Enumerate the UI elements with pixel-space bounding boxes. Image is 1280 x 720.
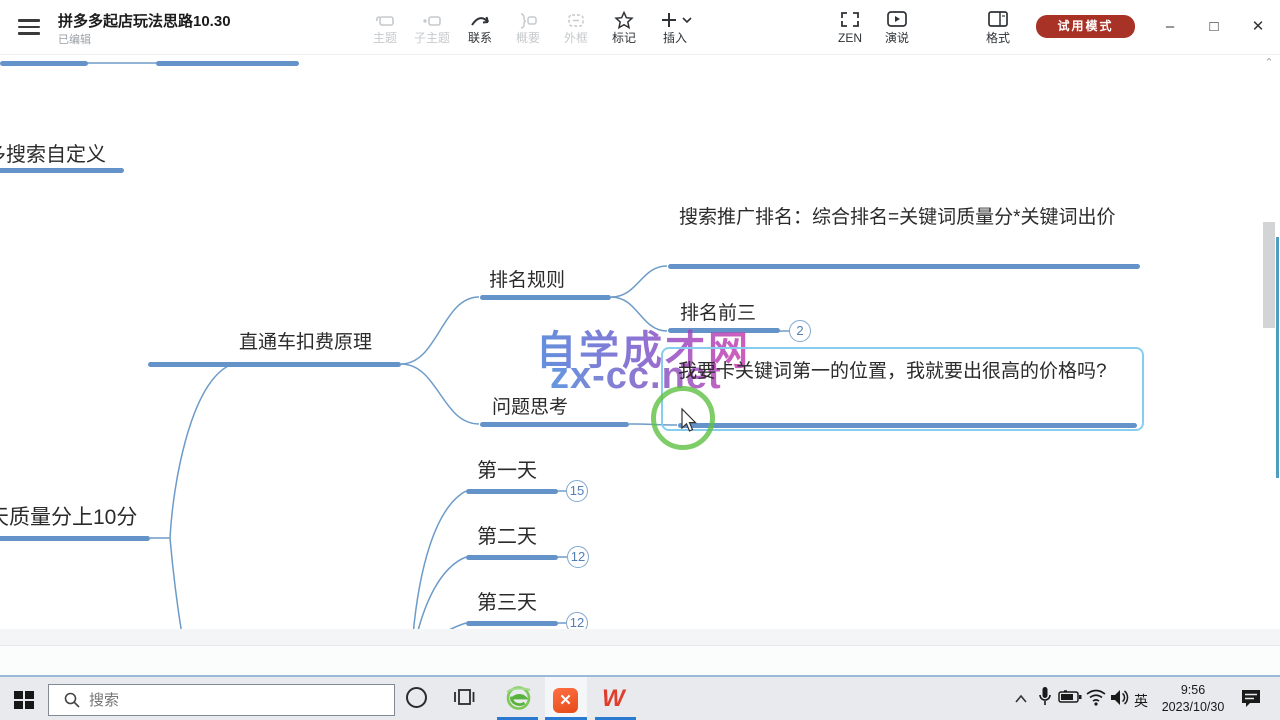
minimize-button[interactable]: – [1155, 16, 1185, 40]
node-selected-question-line [678, 423, 1137, 428]
summary-button[interactable]: 概要 [505, 8, 551, 50]
node-day1[interactable]: 第一天 [477, 454, 537, 483]
node-quality-score-line [0, 536, 150, 541]
node-search-promo-line [668, 264, 1140, 269]
format-panel-icon [975, 8, 1021, 30]
subtopic-icon [409, 8, 455, 30]
close-button[interactable]: ✕ [1243, 16, 1273, 40]
start-button[interactable] [14, 691, 34, 709]
node-day1-line [466, 489, 558, 494]
search-icon [64, 692, 80, 708]
windows-taskbar: ✕ W 英 9:56 2023/10/30 [0, 675, 1280, 720]
node-ranking-rules-line [480, 295, 611, 300]
internet-explorer-icon[interactable] [505, 685, 532, 716]
collapse-badge-top-three[interactable]: 2 [789, 320, 811, 342]
topic-button[interactable]: 主题 [362, 8, 408, 50]
star-icon [601, 8, 647, 30]
edit-status: 已编辑 [58, 31, 91, 47]
clipped-edge-branch [1276, 237, 1279, 478]
node-search-custom-line [0, 168, 124, 173]
cortana-icon[interactable] [406, 687, 427, 708]
zen-icon [827, 8, 873, 30]
maximize-button[interactable]: □ [1199, 16, 1229, 40]
marker-button[interactable]: 标记 [601, 8, 647, 50]
node-selected-question[interactable]: 我要卡关键词第一的位置，我就要出很高的价格吗? [678, 358, 1134, 386]
boundary-button[interactable]: 外框 [553, 8, 599, 50]
topic-icon [362, 8, 408, 30]
taskbar-search-box[interactable] [48, 684, 395, 716]
clock-date: 2023/10/30 [1158, 699, 1228, 716]
microphone-icon[interactable] [1038, 686, 1052, 713]
node-day2-line [466, 555, 558, 560]
wps-icon[interactable]: W [602, 685, 625, 713]
node-search-custom[interactable]: 多搜索自定义 [0, 138, 106, 167]
scroll-up-arrow-icon[interactable]: ⌃ [1263, 56, 1275, 69]
title-bar: 拼多多起店玩法思路10.30 已编辑 主题 子主题 联系 概要 外框 标记 插 [0, 0, 1280, 55]
battery-icon[interactable] [1058, 690, 1082, 709]
clock-time: 9:56 [1158, 682, 1228, 699]
taskbar-clock[interactable]: 9:56 2023/10/30 [1158, 682, 1228, 716]
wifi-icon[interactable] [1086, 688, 1106, 711]
collapse-badge-day2[interactable]: 12 [567, 546, 589, 568]
document-title: 拼多多起店玩法思路10.30 [58, 10, 231, 31]
speaker-icon[interactable] [1110, 689, 1130, 711]
status-strip [0, 645, 1280, 675]
format-button[interactable]: 格式 [975, 8, 1021, 50]
zen-button[interactable]: ZEN [827, 8, 873, 50]
horizontal-scrollbar[interactable]: ‹ [0, 629, 1280, 645]
summary-icon [505, 8, 551, 30]
input-language-indicator[interactable]: 英 [1134, 691, 1148, 711]
mindmap-canvas[interactable]: 多搜索自定义 直通车扣费原理 排名规则 搜索推广排名：综合排名=关键词质量分*关… [0, 55, 1280, 645]
node-day3-line [466, 621, 558, 626]
boundary-icon [553, 8, 599, 30]
vertical-scrollbar-thumb[interactable] [1263, 222, 1275, 328]
app-window: 拼多多起店玩法思路10.30 已编辑 主题 子主题 联系 概要 外框 标记 插 [0, 0, 1280, 720]
collapse-badge-day1[interactable]: 15 [566, 480, 588, 502]
insert-button[interactable]: 插入 [652, 8, 698, 50]
menu-icon[interactable] [18, 19, 40, 36]
node-question-thinking-line [480, 422, 629, 427]
node-day3[interactable]: 第三天 [477, 586, 537, 615]
present-button[interactable]: 演说 [874, 8, 920, 50]
windows-logo-icon [14, 691, 23, 699]
plus-icon [652, 8, 698, 30]
play-icon [874, 8, 920, 30]
trial-mode-button[interactable]: 试用模式 [1036, 15, 1135, 38]
clipped-topic-line [0, 61, 88, 66]
node-day2[interactable]: 第二天 [477, 520, 537, 549]
task-view-icon[interactable] [453, 687, 475, 712]
node-ranking-rules[interactable]: 排名规则 [489, 265, 565, 292]
search-input[interactable] [89, 685, 369, 715]
xmind-icon[interactable]: ✕ [553, 688, 578, 713]
clipped-topic-line [156, 61, 299, 66]
relation-icon [457, 8, 503, 30]
mouse-cursor-icon [681, 409, 699, 435]
relation-button[interactable]: 联系 [457, 8, 503, 50]
action-center-icon[interactable] [1240, 688, 1262, 713]
tray-expand-icon[interactable] [1014, 691, 1028, 709]
node-deduction-principle[interactable]: 直通车扣费原理 [239, 327, 372, 354]
subtopic-button[interactable]: 子主题 [409, 8, 455, 50]
node-deduction-principle-line [148, 362, 401, 367]
node-quality-score[interactable]: 天质量分上10分 [0, 501, 137, 531]
node-search-promo-formula[interactable]: 搜索推广排名：综合排名=关键词质量分*关键词出价 [679, 204, 1141, 231]
